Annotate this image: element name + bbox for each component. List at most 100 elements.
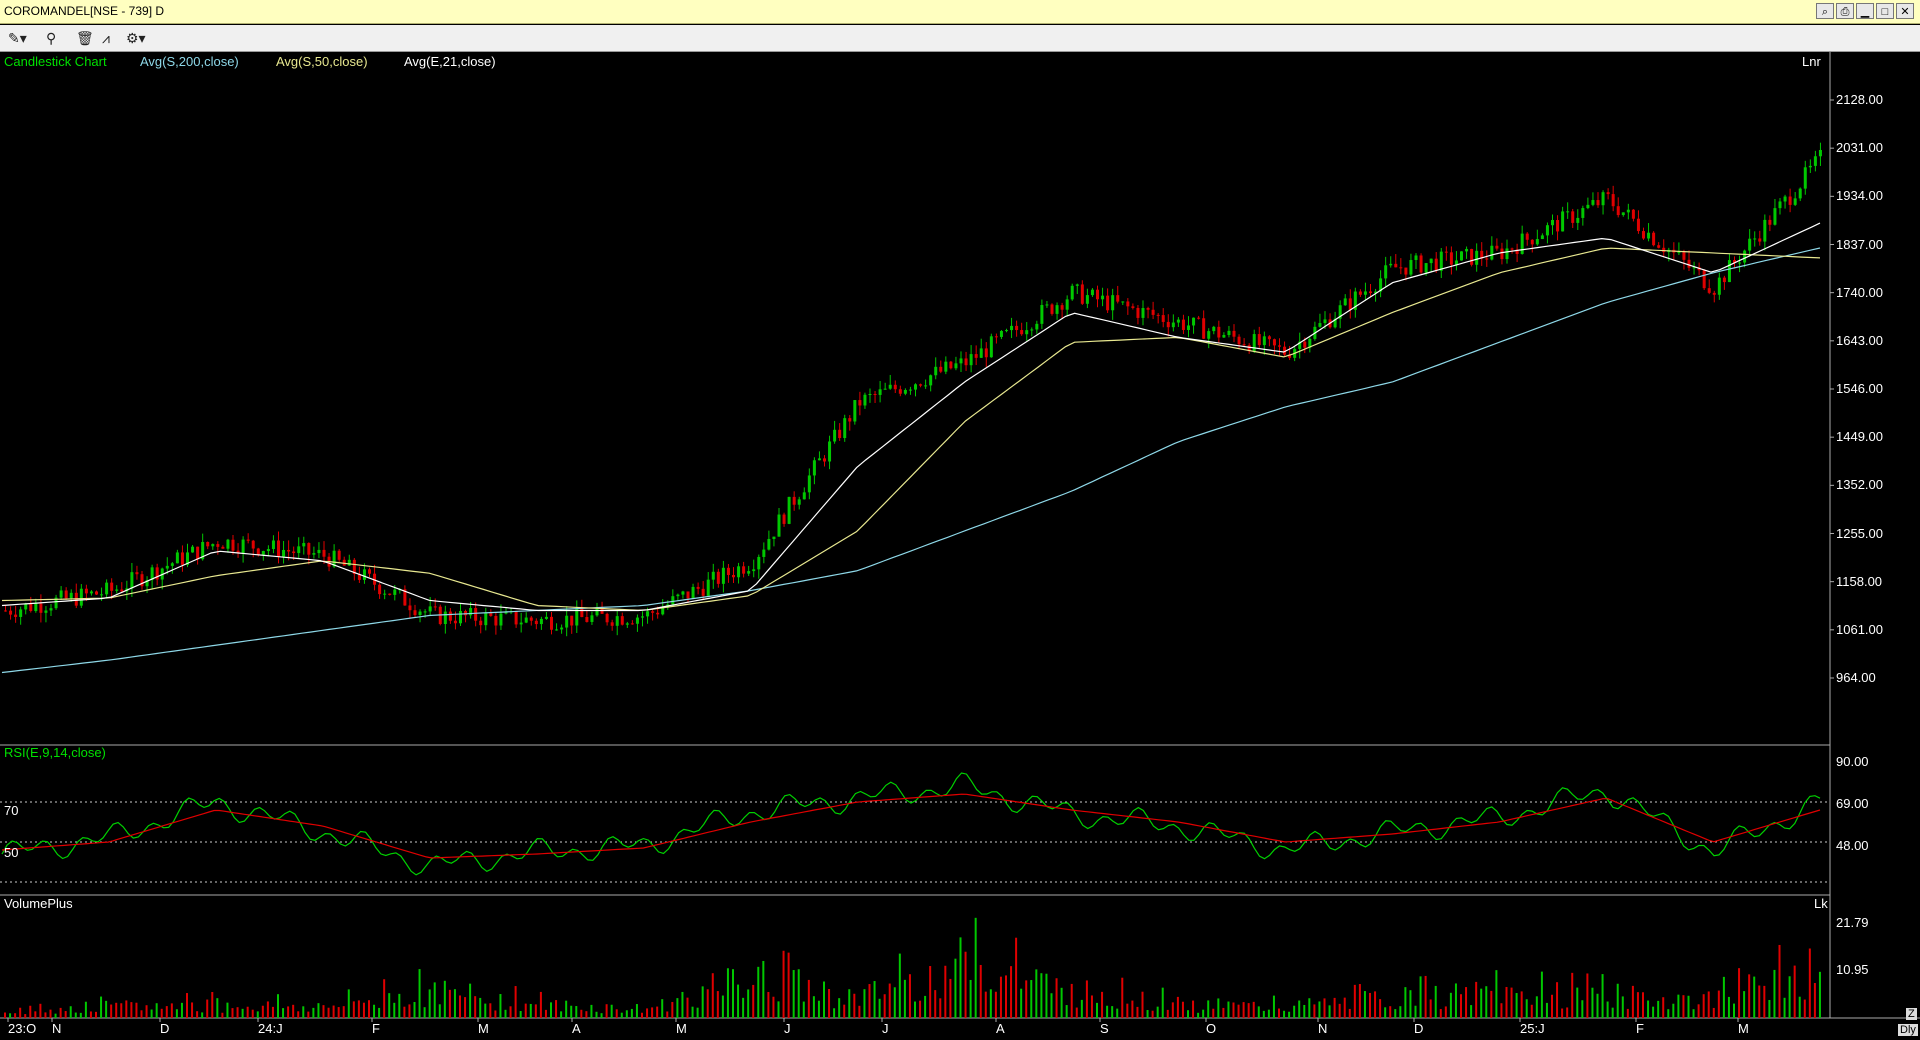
volume-bar	[807, 979, 810, 1018]
volume-bar	[494, 1010, 497, 1018]
candle-body	[1181, 319, 1185, 330]
volume-bar	[1323, 998, 1326, 1018]
volume-bar	[130, 1002, 133, 1018]
volume-bar	[1753, 976, 1756, 1018]
candle-body	[984, 348, 988, 358]
candle-body	[89, 591, 93, 594]
volume-bar	[155, 1003, 158, 1018]
volume-bar	[888, 983, 891, 1018]
volume-bar	[1631, 985, 1634, 1018]
candle-body	[716, 571, 720, 584]
volume-bar	[297, 1011, 300, 1018]
candle-body	[1429, 258, 1433, 264]
volume-bar	[883, 994, 886, 1018]
volume-bar	[651, 1007, 654, 1018]
price-tick-label: 1934.00	[1836, 188, 1883, 204]
candle-body	[1085, 295, 1089, 304]
candle-body	[1470, 248, 1474, 265]
volume-bar	[1813, 983, 1816, 1018]
candle-body	[767, 538, 771, 550]
candle-body	[595, 608, 599, 616]
volume-bar	[1257, 1006, 1260, 1018]
volume-bar	[206, 999, 209, 1018]
volume-bar	[1358, 984, 1361, 1018]
volume-bar	[448, 989, 451, 1018]
candle-body	[600, 608, 604, 614]
volume-bar	[368, 1000, 370, 1018]
volume-bar	[772, 996, 775, 1018]
volume-bar	[474, 996, 477, 1018]
candle-body	[1106, 295, 1110, 311]
volume-bar	[14, 1013, 17, 1018]
volume-bar	[1409, 990, 1412, 1018]
interval-button[interactable]: Dly	[1898, 1024, 1918, 1036]
rsi-signal-line	[1, 793, 1821, 859]
volume-bar	[282, 1008, 285, 1018]
candle-body	[1707, 288, 1711, 293]
candle-body	[246, 539, 250, 541]
candle-body	[1101, 295, 1105, 300]
volume-bar	[524, 1003, 527, 1018]
candle-body	[469, 608, 473, 616]
candle-body	[1808, 165, 1812, 168]
volume-bar	[924, 995, 927, 1018]
scale-mode-button[interactable]: Lnr	[1802, 54, 1821, 69]
time-tick-label: A	[572, 1021, 581, 1036]
volume-bar	[236, 1007, 239, 1018]
candle-body	[1631, 209, 1635, 219]
volume-bar	[266, 1001, 269, 1018]
candle-body	[206, 541, 210, 547]
candle-body	[1217, 326, 1221, 338]
candle-body	[802, 492, 806, 500]
volume-bar	[994, 991, 997, 1018]
candle-body	[1758, 238, 1762, 242]
volume-bar	[1278, 1008, 1280, 1018]
zoom-button[interactable]: Z	[1906, 1008, 1917, 1020]
candle-body	[1151, 309, 1155, 315]
volume-bar	[105, 1000, 108, 1018]
candle-body	[1561, 211, 1565, 232]
candle-body	[838, 429, 842, 439]
chart-type-label: Candlestick Chart	[4, 54, 107, 69]
rsi-tick-label: 69.00	[1836, 796, 1869, 811]
volume-bar	[817, 1000, 820, 1018]
volume-bar	[964, 951, 967, 1018]
candle-body	[1126, 301, 1130, 307]
volume-bar	[575, 1006, 578, 1018]
volume-bar	[484, 1003, 487, 1018]
volume-bar	[1551, 994, 1553, 1018]
volume-bar	[256, 1011, 259, 1018]
volume-bar	[1545, 1002, 1548, 1018]
volume-bar	[1611, 1007, 1614, 1018]
candle-body	[1166, 321, 1170, 328]
time-tick-label: A	[996, 1021, 1005, 1036]
volume-bar	[939, 998, 942, 1018]
time-tick-label: F	[372, 1021, 380, 1036]
volume-bar	[1394, 1009, 1397, 1018]
chart-canvas[interactable]	[0, 0, 1920, 1040]
volume-bar	[590, 1004, 593, 1018]
candle-body	[635, 617, 639, 624]
candle-body	[1080, 284, 1084, 304]
volume-bar	[464, 997, 467, 1018]
candle-body	[651, 611, 655, 613]
volume-bar	[1743, 991, 1746, 1018]
volume-bar	[393, 1002, 396, 1018]
rsi-tick-label: 90.00	[1836, 754, 1869, 769]
candle-body	[1161, 315, 1165, 322]
candle-body	[231, 539, 235, 551]
rsi-level-50: 50	[4, 845, 19, 860]
candle-body	[807, 475, 811, 493]
rsi-tick-label: 48.00	[1836, 838, 1869, 853]
candle-body	[1803, 167, 1807, 189]
candle-body	[1318, 323, 1322, 327]
volume-bar	[24, 1014, 27, 1018]
volume-bar	[1176, 996, 1179, 1018]
candle-body	[1540, 235, 1544, 240]
candle-body	[271, 540, 275, 550]
candle-body	[1278, 345, 1281, 347]
volume-bar	[1621, 996, 1624, 1018]
volume-bar	[403, 1006, 406, 1018]
volume-bar	[352, 1001, 355, 1018]
volume-bar	[1106, 1005, 1109, 1018]
